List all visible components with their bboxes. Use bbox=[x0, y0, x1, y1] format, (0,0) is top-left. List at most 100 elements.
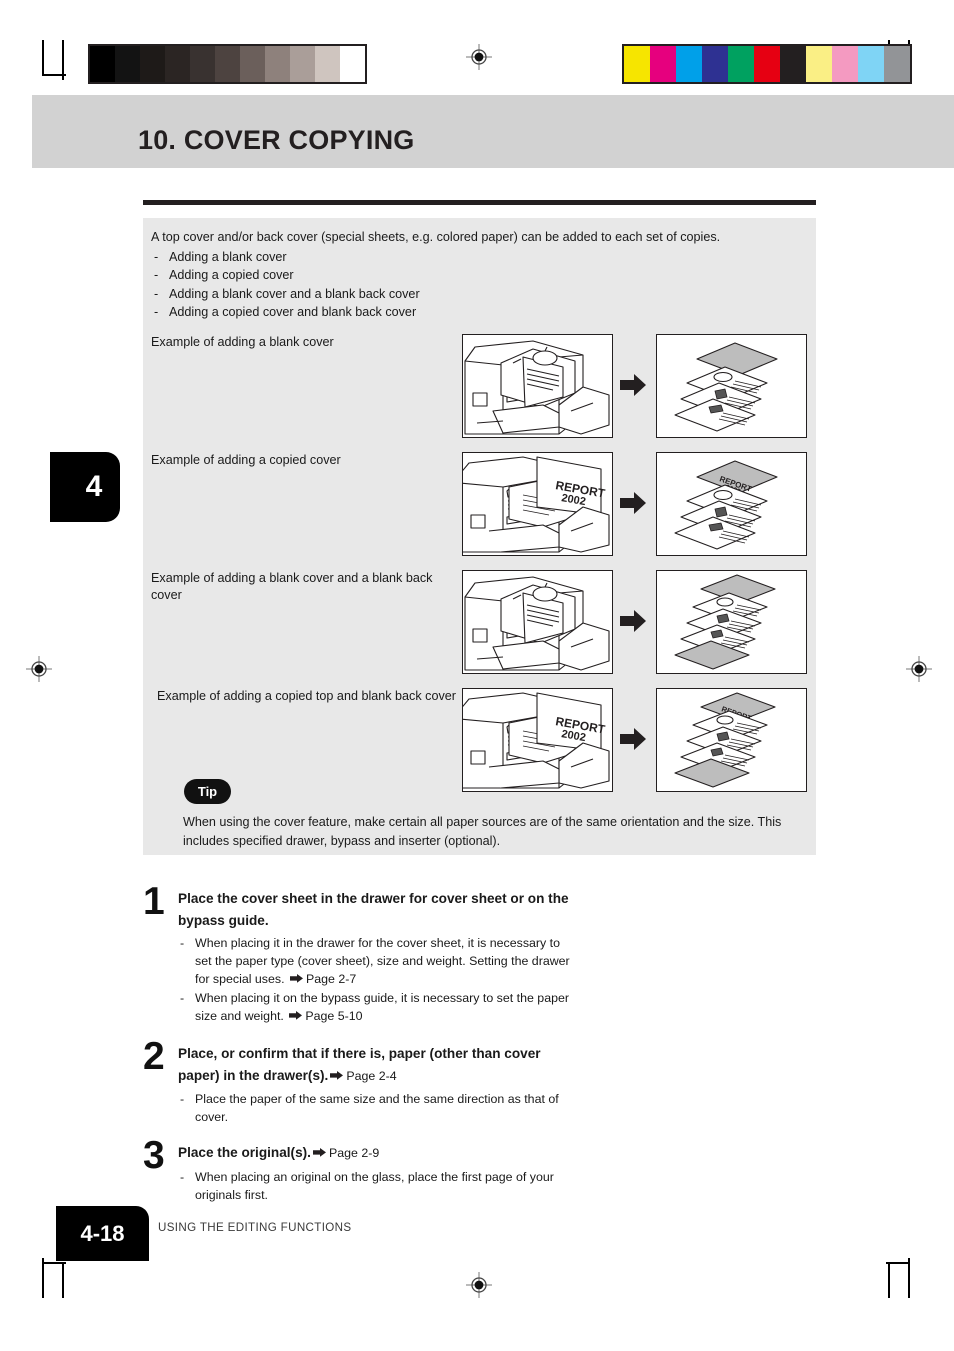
list-item-label: Adding a copied cover and blank back cov… bbox=[169, 305, 417, 319]
calibration-swatch bbox=[90, 46, 115, 82]
footer-page-number: 4-18 bbox=[56, 1206, 149, 1261]
example-after-illustration bbox=[656, 570, 807, 674]
example-after-illustration bbox=[656, 334, 807, 438]
calibration-swatch bbox=[702, 46, 728, 82]
title-divider-rule bbox=[143, 200, 816, 205]
list-item: - Place the paper of the same size and t… bbox=[178, 1090, 578, 1126]
list-item: - When placing an original on the glass,… bbox=[178, 1168, 578, 1204]
calibration-swatch bbox=[650, 46, 676, 82]
intro-lead: A top cover and/or back cover (special s… bbox=[151, 230, 721, 244]
calibration-swatch bbox=[728, 46, 754, 82]
list-item: - When placing it on the bypass guide, i… bbox=[178, 989, 578, 1025]
page-ref-arrow-icon bbox=[289, 970, 303, 983]
page-reference[interactable]: Page 2-4 bbox=[346, 1069, 396, 1083]
calibration-swatch bbox=[754, 46, 780, 82]
right-arrow-icon bbox=[619, 490, 647, 516]
footer-section-title: USING THE EDITING FUNCTIONS bbox=[158, 1221, 352, 1234]
step-heading-text: Place the original(s). bbox=[178, 1145, 311, 1160]
bullet-dash: - bbox=[180, 1169, 185, 1184]
step-number: 2 bbox=[143, 1035, 165, 1078]
step-number: 3 bbox=[143, 1134, 165, 1177]
page-reference[interactable]: Page 2-7 bbox=[306, 972, 356, 986]
copier-with-originals-illustration bbox=[464, 340, 610, 435]
crop-mark-line bbox=[42, 1258, 44, 1298]
crop-mark-line bbox=[908, 1258, 910, 1298]
example-label: Example of adding a copied cover bbox=[151, 453, 341, 467]
list-item-label: Place the paper of the same size and the… bbox=[195, 1092, 559, 1124]
calibration-swatch bbox=[780, 46, 806, 82]
example-before-illustration bbox=[462, 334, 613, 438]
right-arrow-icon bbox=[619, 726, 647, 752]
step-bullet-list: - When placing an original on the glass,… bbox=[178, 1168, 578, 1204]
crop-mark-line bbox=[62, 1262, 64, 1298]
list-item-label: Adding a copied cover bbox=[169, 268, 294, 282]
registration-target-right-icon bbox=[906, 656, 932, 682]
crop-mark-line bbox=[42, 40, 44, 76]
calibration-swatch bbox=[884, 46, 910, 82]
bullet-dash: - bbox=[154, 268, 159, 282]
crop-mark-line bbox=[886, 1262, 910, 1264]
list-item: - Adding a copied cover bbox=[151, 266, 811, 285]
procedure-steps: 1 Place the cover sheet in the drawer fo… bbox=[143, 882, 823, 1213]
page-ref-arrow-icon bbox=[312, 1142, 326, 1157]
list-item: - When placing it in the drawer for the … bbox=[178, 934, 578, 988]
page-ref-arrow-icon bbox=[330, 1065, 344, 1080]
step-item: 1 Place the cover sheet in the drawer fo… bbox=[143, 882, 823, 1025]
right-arrow-icon bbox=[619, 608, 647, 634]
crop-mark-line bbox=[62, 40, 64, 80]
example-after-illustration: REPORT 2002 bbox=[656, 452, 807, 556]
copier-with-report-original-illustration: REPORT 2002 bbox=[463, 692, 610, 789]
step-heading: Place the cover sheet in the drawer for … bbox=[178, 891, 569, 928]
page-reference[interactable]: Page 5-10 bbox=[305, 1009, 362, 1023]
crop-mark-line bbox=[888, 1262, 890, 1298]
calibration-swatch bbox=[215, 46, 240, 82]
calibration-swatch bbox=[624, 46, 650, 82]
tip-badge: Tip bbox=[184, 779, 231, 804]
calibration-swatch bbox=[340, 46, 365, 82]
page-ref-arrow-icon bbox=[289, 1007, 303, 1020]
stack-blank-top-cover-illustration bbox=[674, 342, 778, 432]
list-item-label: When placing it on the bypass guide, it … bbox=[195, 991, 570, 1023]
stack-copied-top-cover-illustration: REPORT 2002 bbox=[674, 460, 778, 550]
step-bullet-list: - Place the paper of the same size and t… bbox=[178, 1090, 578, 1126]
example-row: Example of adding a copied top and blank… bbox=[143, 688, 816, 792]
step-heading: Place the original(s). Page 2-9 bbox=[178, 1142, 573, 1165]
example-label: Example of adding a blank cover and a bl… bbox=[151, 571, 433, 602]
list-item: - Adding a blank cover bbox=[151, 248, 811, 267]
right-arrow-icon bbox=[619, 372, 647, 398]
example-row: Example of adding a blank cover bbox=[143, 334, 816, 438]
list-item-label: Adding a blank cover and a blank back co… bbox=[169, 286, 420, 301]
bullet-dash: - bbox=[154, 305, 159, 319]
example-after-illustration: REPORT 2002 bbox=[656, 688, 807, 792]
calibration-swatch bbox=[832, 46, 858, 82]
chapter-tab: 4 bbox=[50, 452, 120, 522]
step-heading: Place, or confirm that if there is, pape… bbox=[178, 1043, 573, 1087]
example-label: Example of adding a copied top and blank… bbox=[157, 689, 456, 703]
example-before-illustration: REPORT 2002 bbox=[462, 688, 613, 792]
calibration-swatch bbox=[858, 46, 884, 82]
step-item: 2 Place, or confirm that if there is, pa… bbox=[143, 1037, 823, 1126]
bullet-dash: - bbox=[180, 1092, 185, 1106]
intro-bullet-list: - Adding a blank cover - Adding a copied c… bbox=[151, 248, 811, 322]
grayscale-calibration-bar bbox=[88, 44, 367, 84]
page-title: 10. COVER COPYING bbox=[138, 125, 415, 155]
step-number: 1 bbox=[143, 880, 165, 923]
step-bullet-list: - When placing it in the drawer for the … bbox=[178, 934, 578, 1025]
page-reference[interactable]: Page 2-9 bbox=[329, 1146, 379, 1160]
list-item-label: Adding a blank cover bbox=[169, 249, 287, 264]
list-item-label: When placing an original on the glass, p… bbox=[195, 1169, 554, 1202]
stack-copied-top-blank-back-cover-illustration: REPORT 2002 bbox=[674, 692, 776, 788]
copier-with-originals-illustration bbox=[464, 576, 610, 671]
copier-with-report-original-illustration: REPORT 2002 bbox=[463, 456, 610, 553]
calibration-swatch bbox=[265, 46, 290, 82]
registration-target-top-icon bbox=[466, 44, 492, 70]
intro-block: A top cover and/or back cover (special s… bbox=[151, 228, 811, 322]
list-item-label: When placing it in the drawer for the co… bbox=[195, 936, 570, 986]
calibration-swatch bbox=[290, 46, 315, 82]
calibration-swatch bbox=[676, 46, 702, 82]
example-label: Example of adding a blank cover bbox=[151, 335, 334, 349]
bullet-dash: - bbox=[180, 991, 185, 1005]
calibration-swatch bbox=[240, 46, 265, 82]
example-row: Example of adding a copied cover REPORT … bbox=[143, 452, 816, 556]
example-before-illustration bbox=[462, 570, 613, 674]
